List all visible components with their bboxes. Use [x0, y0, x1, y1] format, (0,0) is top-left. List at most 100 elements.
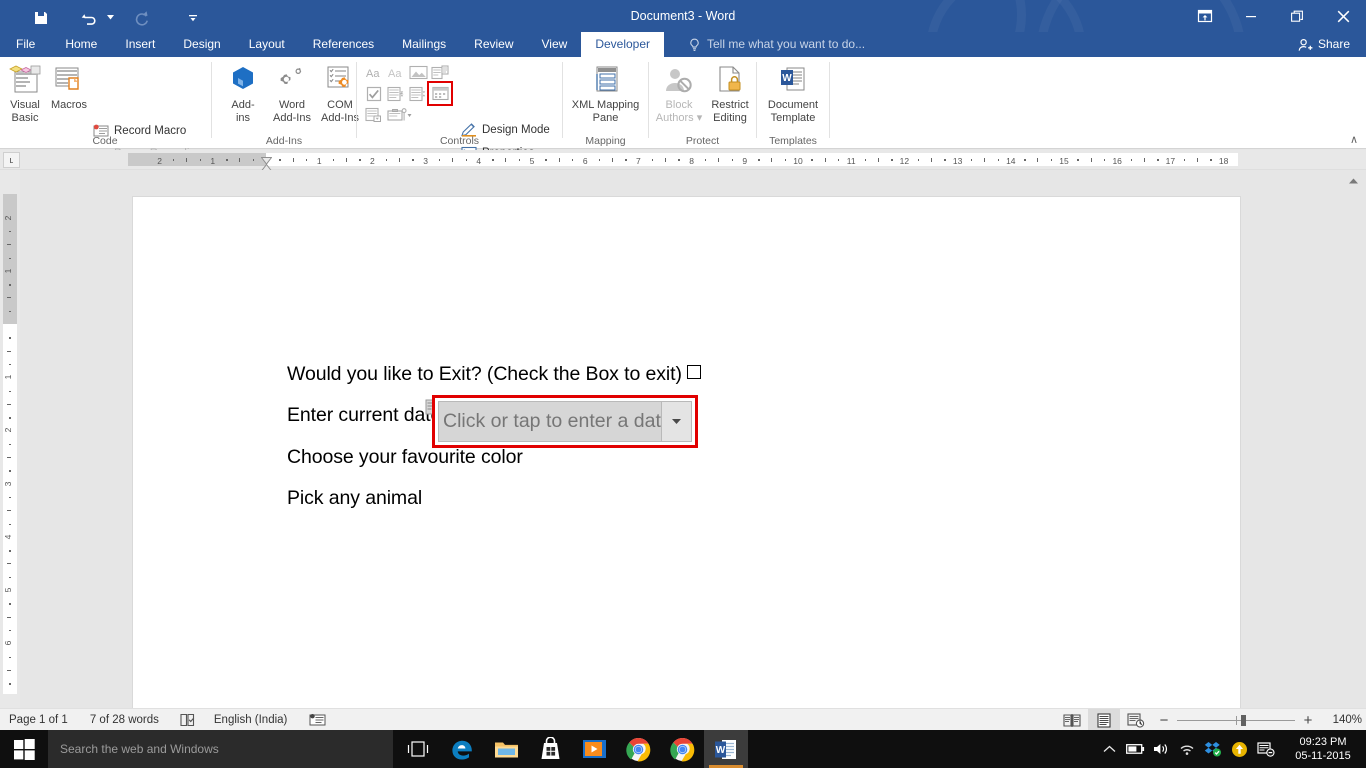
rich-text-content-control-icon[interactable]: Aa — [363, 62, 385, 83]
tab-layout[interactable]: Layout — [235, 32, 299, 57]
web-layout-view-button[interactable] — [1120, 709, 1152, 731]
record-macro-status-icon[interactable] — [309, 713, 326, 727]
undo-dropdown-icon[interactable] — [104, 5, 116, 31]
microsoft-edge-icon[interactable] — [440, 730, 484, 768]
repeating-section-content-control-icon[interactable] — [363, 104, 385, 125]
network-wifi-icon[interactable] — [1174, 730, 1200, 768]
visual-basic-button[interactable]: Visual Basic — [4, 62, 46, 124]
picture-content-control-icon[interactable] — [407, 62, 429, 83]
vertical-text-area — [3, 324, 17, 694]
document-paragraph-2[interactable]: Enter current date — [287, 404, 441, 427]
volume-icon[interactable] — [1148, 730, 1174, 768]
legacy-tools-icon[interactable] — [385, 104, 415, 125]
xml-mapping-pane-button[interactable]: XML Mapping Pane — [565, 62, 646, 124]
vruler-quarter-mark — [9, 363, 11, 366]
google-chrome-icon[interactable] — [616, 730, 660, 768]
zoom-slider[interactable]: − + — [1157, 712, 1315, 729]
check-box-content-control-icon[interactable] — [363, 83, 385, 104]
redo-icon[interactable] — [126, 5, 156, 31]
tab-mailings[interactable]: Mailings — [388, 32, 460, 57]
document-paragraph-1[interactable]: Would you like to Exit? (Check the Box t… — [287, 363, 701, 386]
tab-developer[interactable]: Developer — [581, 32, 665, 57]
task-view-icon[interactable] — [396, 730, 440, 768]
word-add-ins-label-line2: Add-Ins — [273, 111, 311, 124]
microsoft-store-icon[interactable] — [528, 730, 572, 768]
proofing-errors-icon[interactable] — [179, 713, 196, 727]
vertical-ruler-track[interactable]: 2 1 1 2 3 4 5 6 — [0, 194, 20, 694]
read-mode-view-button[interactable] — [1056, 709, 1088, 731]
search-input[interactable]: Search the web and Windows — [48, 730, 393, 768]
minimize-icon[interactable] — [1228, 0, 1274, 32]
scroll-up-button[interactable] — [1345, 172, 1362, 190]
zoom-level-label[interactable]: 140% — [1320, 714, 1362, 726]
show-hidden-icons-icon[interactable] — [1096, 730, 1122, 768]
chevron-down-icon[interactable] — [661, 402, 691, 441]
ribbon-display-options-icon[interactable] — [1182, 0, 1228, 32]
horizontal-ruler-track[interactable]: 2 1 1 2 3 4 5 6 7 8 9 10 11 12 13 14 15 16 17 18 — [128, 150, 1238, 170]
zoom-slider-track[interactable] — [1177, 714, 1295, 726]
ruler-quarter-mark — [438, 159, 441, 161]
document-paragraph-3[interactable]: Choose your favourite color — [287, 446, 523, 469]
ruler-quarter-mark — [1183, 159, 1186, 161]
save-icon[interactable] — [26, 5, 56, 31]
share-button[interactable]: Share — [1290, 32, 1358, 57]
tab-view[interactable]: View — [528, 32, 582, 57]
document-page[interactable]: Would you like to Exit? (Check the Box t… — [133, 197, 1240, 708]
microsoft-word-icon[interactable]: W — [704, 730, 748, 768]
combo-box-content-control-icon[interactable] — [385, 83, 407, 104]
print-layout-view-button[interactable] — [1088, 709, 1120, 731]
update-icon[interactable] — [1226, 730, 1252, 768]
page-number-status[interactable]: Page 1 of 1 — [9, 714, 68, 726]
vruler-quarter-mark — [9, 390, 11, 392]
tab-selector-button[interactable]: ʟ — [3, 152, 20, 168]
tab-review[interactable]: Review — [460, 32, 527, 57]
vruler-quarter-mark — [9, 337, 11, 339]
collapse-ribbon-button[interactable]: ∧ — [1350, 133, 1358, 146]
tab-home[interactable]: Home — [51, 32, 111, 57]
macros-button[interactable]: Macros — [48, 62, 90, 112]
vruler-quarter-mark — [9, 603, 11, 605]
close-icon[interactable] — [1320, 0, 1366, 32]
tab-references[interactable]: References — [299, 32, 388, 57]
zoom-slider-thumb[interactable] — [1241, 714, 1246, 726]
building-block-gallery-content-control-icon[interactable] — [429, 62, 451, 83]
customize-quick-access-toolbar-icon[interactable] — [178, 5, 208, 31]
exit-checkbox[interactable] — [686, 365, 701, 379]
dropbox-icon[interactable] — [1200, 730, 1226, 768]
tab-file[interactable]: File — [0, 32, 51, 57]
drop-down-list-content-control-icon[interactable] — [407, 83, 429, 104]
add-ins-button[interactable]: Add- ins — [220, 62, 266, 124]
date-picker-content-control[interactable]: Click or tap to enter a date. — [432, 395, 698, 448]
word-count-status[interactable]: 7 of 28 words — [90, 714, 159, 726]
file-explorer-icon[interactable] — [484, 730, 528, 768]
windows-start-icon[interactable] — [0, 730, 48, 768]
language-status[interactable]: English (India) — [214, 714, 288, 726]
taskbar-clock[interactable]: 09:23 PM 05-11-2015 — [1280, 730, 1366, 768]
ribbon-group-templates: W Document Template Templates — [757, 57, 829, 149]
vruler-tick-top-1: 1 — [3, 268, 13, 274]
tab-insert[interactable]: Insert — [111, 32, 169, 57]
battery-icon[interactable] — [1122, 730, 1148, 768]
document-template-button[interactable]: W Document Template — [757, 62, 829, 124]
document-canvas[interactable]: Would you like to Exit? (Check the Box t… — [20, 170, 1366, 708]
tell-me-search[interactable]: Tell me what you want to do... — [688, 32, 865, 57]
document-paragraph-4[interactable]: Pick any animal — [287, 487, 422, 510]
undo-icon[interactable] — [74, 5, 104, 31]
date-picker-placeholder[interactable]: Click or tap to enter a date. — [439, 402, 661, 441]
date-picker-inner[interactable]: Click or tap to enter a date. — [438, 401, 692, 442]
horizontal-ruler[interactable]: ʟ 2 1 1 2 3 4 5 6 7 8 9 10 11 12 13 14 15 16 17 18 — [0, 150, 1366, 179]
restrict-editing-button[interactable]: Restrict Editing — [707, 62, 753, 124]
plain-text-content-control-icon[interactable]: Aa — [385, 62, 407, 83]
date-picker-content-control-icon[interactable] — [427, 81, 453, 106]
tab-design[interactable]: Design — [169, 32, 234, 57]
restore-icon[interactable] — [1274, 0, 1320, 32]
zoom-in-button[interactable]: + — [1301, 712, 1315, 729]
action-center-icon[interactable] — [1252, 730, 1280, 768]
word-add-ins-button[interactable]: Word Add-Ins — [266, 62, 318, 124]
vertical-ruler[interactable]: 2 1 1 2 3 4 5 6 — [0, 170, 20, 708]
ruler-half-mark — [718, 158, 720, 162]
movies-and-tv-icon[interactable] — [572, 730, 616, 768]
google-chrome-icon-2[interactable] — [660, 730, 704, 768]
ruler-quarter-mark — [811, 159, 813, 161]
zoom-out-button[interactable]: − — [1157, 712, 1171, 729]
